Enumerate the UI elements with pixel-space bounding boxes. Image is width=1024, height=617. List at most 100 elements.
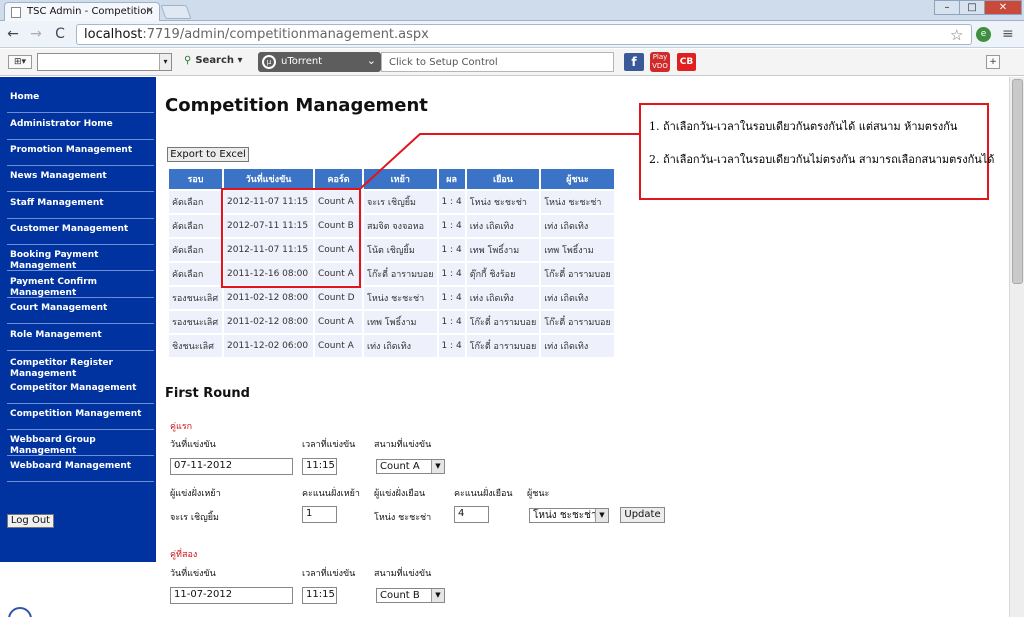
facebook-icon[interactable]: f [624,53,644,71]
sidebar-item-court[interactable]: Court Management [7,298,154,324]
window-close-button[interactable]: ✕ [984,0,1022,15]
column-header[interactable]: เหย้า [364,169,437,189]
sidebar-item-news[interactable]: News Management [7,166,154,192]
browser-tabstrip: TSC Admin - Competition × – □ ✕ [0,0,1024,21]
sidebar-item-competition[interactable]: Competition Management [7,404,154,430]
utorrent-label: uTorrent [281,56,323,67]
table-cell: เท่ง เถิดเทิง [466,287,540,309]
setup-control-field[interactable]: Click to Setup Control [381,52,614,72]
scrollbar-thumb[interactable] [1012,79,1023,284]
browser-addressbar: ← → C localhost:7719/admin/competitionma… [0,21,1024,48]
winner-select-value: โหน่ง ชะชะช่า [533,510,597,521]
sidebar-item-customer[interactable]: Customer Management [7,219,154,245]
court-select[interactable]: Count A ▼ [376,459,445,474]
column-header[interactable]: รอบ [169,169,222,189]
date-input[interactable]: 07-11-2012 [170,458,293,475]
table-cell: 2011-02-12 08:00 [224,311,313,333]
toolbar-add-icon[interactable]: + [986,55,1000,69]
sidebar-item-booking-payment[interactable]: Booking Payment Management [7,245,154,271]
export-excel-button[interactable]: Export to Excel [167,147,249,162]
forward-arrow-icon[interactable]: → [28,26,44,42]
table-row[interactable]: รองชนะเลิศ 2011-02-12 08:00 Count D โหน่… [169,287,614,309]
court-select[interactable]: Count B ▼ [376,588,445,603]
reload-icon[interactable]: C [52,26,68,42]
time-input[interactable]: 11:15 [302,587,337,604]
browser-tab[interactable]: TSC Admin - Competition × [4,2,160,21]
cb-icon[interactable]: CB [677,53,696,71]
time-label: เวลาที่แข่งขัน [302,569,356,579]
chevron-down-icon[interactable]: ▾ [159,54,171,70]
back-arrow-icon[interactable]: ← [5,26,21,42]
winner-select[interactable]: โหน่ง ชะชะช่า ▼ [529,508,609,523]
annotation-note: 1. ถ้าเลือกวัน-เวลาในรอบเดียวกันตรงกันได… [639,103,995,200]
sidebar-item-competitor-register[interactable]: Competitor Register Management [7,351,154,381]
column-header[interactable]: เยือน [466,169,540,189]
column-header[interactable]: ผู้ชนะ [541,169,614,189]
window-minimize-button[interactable]: – [934,0,960,15]
table-cell: เท่ง เถิดเทิง [364,335,437,357]
annotation-note-line: 1. ถ้าเลือกวัน-เวลาในรอบเดียวกันตรงกันได… [649,120,958,133]
table-cell: 1 : 4 [438,287,465,309]
logout-button[interactable]: Log Out [7,514,54,528]
column-header[interactable]: คอร์ด [315,169,362,189]
date-input[interactable]: 11-07-2012 [170,587,293,604]
court-select-value: Count B [380,590,420,601]
update-button[interactable]: Update [620,507,665,523]
table-cell: เท่ง เถิดเทิง [541,215,614,237]
table-header-row: รอบ วันที่แข่งขัน คอร์ด เหย้า ผล เยือน ผ… [169,169,614,189]
table-row[interactable]: รองชนะเลิศ 2011-02-12 08:00 Count A เทพ … [169,311,614,333]
extension-icon[interactable]: e [976,27,991,42]
home-player-label: ผู้แข่งฝั่งเหย้า [170,489,221,499]
url-input[interactable]: localhost:7719/admin/competitionmanageme… [76,24,972,45]
table-cell: โหน่ง ชะชะช่า [541,191,614,213]
play-vdo-icon[interactable]: Play VDO [650,52,670,72]
home-score-input[interactable]: 1 [302,506,337,523]
away-score-input[interactable]: 4 [454,506,489,523]
utorrent-button[interactable]: µ uTorrent ⌄ [258,52,381,72]
sidebar-item-competitor[interactable]: Competitor Management [7,378,154,404]
new-tab-button[interactable] [160,5,192,19]
table-cell: โก๊ะตี๋ อารามบอย [364,263,437,285]
admin-sidebar: Home Administrator Home Promotion Manage… [0,77,156,562]
bookmark-star-icon[interactable]: ☆ [950,26,963,44]
table-row[interactable]: ชิงชนะเลิศ 2011-12-02 06:00 Count A เท่ง… [169,335,614,357]
sidebar-item-promotion[interactable]: Promotion Management [7,140,154,166]
sidebar-item-webboard-group[interactable]: Webboard Group Management [7,430,154,456]
table-cell: เท่ง เถิดเทิง [541,335,614,357]
table-cell: Count A [315,335,362,357]
tab-close-icon[interactable]: × [146,5,154,16]
page-favicon-icon [11,7,21,18]
toolbar-search-button[interactable]: ⚲ Search ▾ [184,55,243,66]
column-header[interactable]: ผล [438,169,465,189]
table-cell: 1 : 4 [438,335,465,357]
table-cell: เทพ โพธิ์งาม [364,311,437,333]
column-header[interactable]: วันที่แข่งขัน [224,169,313,189]
table-cell: โก๊ะตี๋ อารามบอย [541,263,614,285]
date-label: วันที่แข่งขัน [170,440,216,450]
sidebar-item-home[interactable]: Home [7,87,154,113]
sidebar-item-payment-confirm[interactable]: Payment Confirm Management [7,272,154,298]
toolbar-options-button[interactable]: ⊞▾ [8,55,32,69]
toolbar-search-input[interactable]: ▾ [37,53,172,71]
utorrent-logo-icon: µ [262,55,276,69]
table-cell: เท่ง เถิดเทิง [466,215,540,237]
page-scrollbar[interactable] [1009,77,1024,617]
highlight-box [221,188,361,288]
sidebar-item-webboard[interactable]: Webboard Management [7,456,154,482]
settings-menu-icon[interactable]: ≡ [1002,26,1014,42]
table-cell: 2011-02-12 08:00 [224,287,313,309]
away-player-label: ผู้แข่งฝั่งเยือน [374,489,426,499]
window-maximize-button[interactable]: □ [959,0,985,15]
annotation-note-line: 2. ถ้าเลือกวัน-เวลาในรอบเดียวกันไม่ตรงกั… [649,153,995,166]
page-title: Competition Management [165,95,428,116]
addon-toolbar: ⊞▾ ▾ ⚲ Search ▾ µ uTorrent ⌄ Click to Set… [0,49,1024,76]
section-title: First Round [165,386,250,401]
sidebar-item-role[interactable]: Role Management [7,325,154,351]
table-cell: Count A [315,311,362,333]
sidebar-item-staff[interactable]: Staff Management [7,193,154,219]
time-input[interactable]: 11:15 [302,458,337,475]
table-cell: โก๊ะตี๋ อารามบอย [541,311,614,333]
sidebar-item-administrator-home[interactable]: Administrator Home [7,114,154,140]
table-cell: โก๊ะตี๋ อารามบอย [466,311,540,333]
court-select-value: Count A [380,461,420,472]
